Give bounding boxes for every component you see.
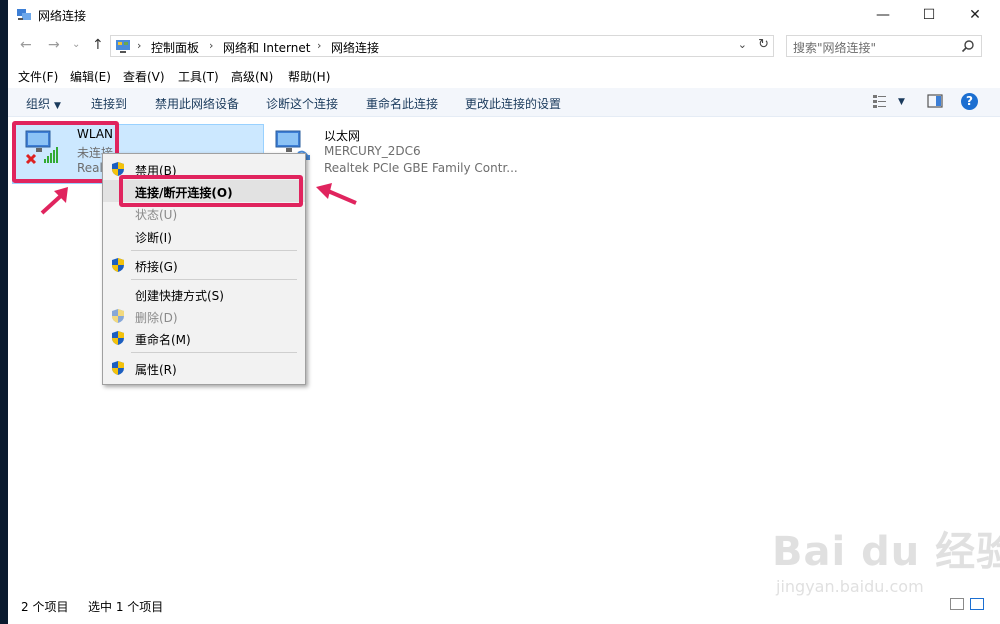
organize-label: 组织 <box>26 97 51 111</box>
menu-separator <box>131 250 297 251</box>
search-box[interactable]: 搜索"网络连接" <box>786 35 982 57</box>
context-item-rename[interactable]: 重命名(M) <box>103 327 305 349</box>
dropdown-arrow-icon: ▼ <box>54 101 61 111</box>
context-item-create-shortcut[interactable]: 创建快捷方式(S) <box>103 283 305 305</box>
address-bar[interactable]: › 控制面板 › 网络和 Internet › 网络连接 ⌄ ↻ <box>110 35 774 57</box>
item-count: 2 个项目 <box>21 600 69 614</box>
uac-shield-icon <box>112 258 124 272</box>
context-item-label: 删除(D) <box>135 311 178 325</box>
uac-shield-icon <box>112 331 124 345</box>
menu-edit[interactable]: 编辑(E) <box>70 68 111 85</box>
breadcrumb-separator-icon: › <box>317 39 322 52</box>
recent-locations-button[interactable]: ⌄ <box>72 39 80 50</box>
menu-bar: 文件(F) 编辑(E) 查看(V) 工具(T) 高级(N) 帮助(H) <box>8 65 1000 87</box>
search-input[interactable]: 搜索"网络连接" <box>793 39 876 56</box>
ethernet-name: 以太网 <box>324 129 361 143</box>
view-options-dropdown-icon[interactable]: ▼ <box>898 97 905 107</box>
context-item-properties[interactable]: 属性(R) <box>103 357 305 379</box>
watermark-brand: Bai du 经验 <box>772 529 1000 575</box>
disable-device-button[interactable]: 禁用此网络设备 <box>155 95 239 112</box>
ethernet-adapter: Realtek PCIe GBE Family Contr... <box>324 161 518 175</box>
minimize-button[interactable]: — <box>860 0 906 30</box>
uac-shield-icon <box>112 361 124 375</box>
network-folder-icon <box>17 9 31 20</box>
up-button[interactable]: ↑ <box>92 37 104 53</box>
chevron-down-icon[interactable]: ⌄ <box>738 38 747 51</box>
menu-separator <box>131 352 297 353</box>
uac-shield-icon <box>112 309 124 323</box>
change-settings-button[interactable]: 更改此连接的设置 <box>465 95 561 112</box>
menu-separator <box>131 279 297 280</box>
context-item-label: 状态(U) <box>135 208 178 222</box>
connect-to-button[interactable]: 连接到 <box>91 95 127 112</box>
context-item-label: 诊断(I) <box>135 231 172 245</box>
context-item-label: 属性(R) <box>135 363 177 377</box>
menu-help[interactable]: 帮助(H) <box>288 68 330 85</box>
annotation-arrow-icon <box>40 187 68 215</box>
preview-pane-icon[interactable] <box>927 93 943 109</box>
watermark-url: jingyan.baidu.com <box>776 577 924 596</box>
diagnose-button[interactable]: 诊断这个连接 <box>266 95 338 112</box>
context-item-label: 桥接(G) <box>135 260 178 274</box>
context-item-label: 创建快捷方式(S) <box>135 289 224 303</box>
breadcrumb-control-panel[interactable]: 控制面板 <box>151 39 199 56</box>
title-bar[interactable]: 网络连接 — ☐ ✕ <box>8 0 1000 30</box>
change-view-icon[interactable] <box>872 93 888 109</box>
breadcrumb-separator-icon: › <box>137 39 142 52</box>
context-item-bridge[interactable]: 桥接(G) <box>103 254 305 276</box>
help-icon[interactable]: ? <box>961 93 978 110</box>
control-panel-icon <box>116 40 130 53</box>
back-button[interactable]: ← <box>20 37 32 53</box>
menu-view[interactable]: 查看(V) <box>123 68 165 85</box>
breadcrumb-separator-icon: › <box>209 39 214 52</box>
organize-button[interactable]: 组织 ▼ <box>26 95 61 112</box>
window-title: 网络连接 <box>38 9 87 23</box>
menu-advanced[interactable]: 高级(N) <box>231 68 273 85</box>
context-item-delete[interactable]: 删除(D) <box>103 305 305 327</box>
menu-tools[interactable]: 工具(T) <box>178 68 219 85</box>
navigation-bar: ← → ⌄ ↑ › 控制面板 › 网络和 Internet › 网络连接 ⌄ ↻… <box>8 33 1000 59</box>
ethernet-status: MERCURY_2DC6 <box>324 144 421 158</box>
menu-file[interactable]: 文件(F) <box>18 68 58 85</box>
network-connections-window: 网络连接 — ☐ ✕ ← → ⌄ ↑ › 控制面板 › 网络和 Internet… <box>8 0 1000 624</box>
breadcrumb-network-internet[interactable]: 网络和 Internet <box>223 39 310 56</box>
connect-item-highlight-box <box>119 175 303 207</box>
forward-button[interactable]: → <box>48 37 60 53</box>
selection-count: 选中 1 个项目 <box>88 600 164 614</box>
context-item-label: 重命名(M) <box>135 333 191 347</box>
command-bar: 组织 ▼ 连接到 禁用此网络设备 诊断这个连接 重命名此连接 更改此连接的设置 ▼… <box>8 88 1000 117</box>
breadcrumb-network-connections[interactable]: 网络连接 <box>331 39 379 56</box>
annotation-arrow-icon <box>316 183 357 205</box>
context-item-diagnose[interactable]: 诊断(I) <box>103 225 305 247</box>
close-button[interactable]: ✕ <box>952 0 998 30</box>
maximize-button[interactable]: ☐ <box>906 0 952 30</box>
rename-button[interactable]: 重命名此连接 <box>366 95 438 112</box>
search-icon[interactable] <box>961 39 975 53</box>
baidu-watermark: Bai du 经验 jingyan.baidu.com <box>772 515 1000 605</box>
refresh-icon[interactable]: ↻ <box>758 37 769 52</box>
